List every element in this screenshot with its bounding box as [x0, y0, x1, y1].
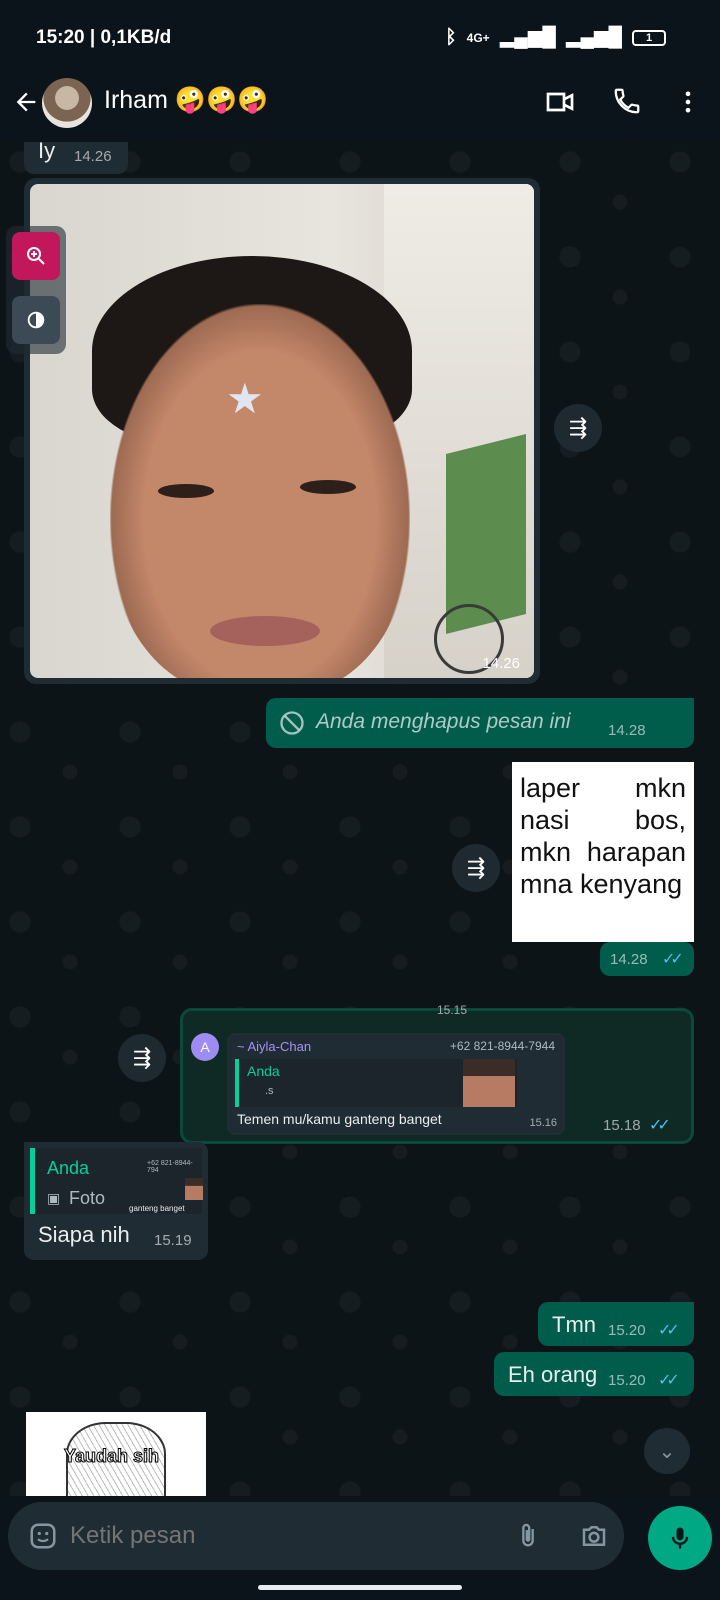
quoted-label: Foto [69, 1188, 106, 1208]
star-sticker: ★ [226, 375, 264, 422]
mouth [210, 616, 320, 646]
message-incoming[interactable]: Iy 14.26 [24, 142, 128, 174]
inner-quoted-bubble: A ~ Aiyla-Chan +62 821-8944-7944 Anda .s… [191, 1033, 565, 1135]
forward-time: 15.18 [603, 1117, 641, 1134]
blocked-icon [280, 711, 304, 735]
sender-avatar: A [191, 1033, 219, 1061]
contrast-button[interactable] [12, 296, 60, 344]
zoom-button[interactable] [12, 232, 60, 280]
message-time: 15.20 [608, 1372, 646, 1389]
video-call-icon[interactable] [544, 86, 576, 118]
zoom-icon [27, 247, 45, 265]
photo-image: ★ [30, 184, 534, 678]
more-options-icon[interactable] [674, 86, 702, 118]
forward-icon: ⇶ [568, 415, 588, 440]
message-incoming-reply[interactable]: Anda ▣ Foto +62 821-8944-794 ganteng ban… [24, 1142, 208, 1260]
message-input[interactable] [70, 1516, 490, 1556]
image-time-bubble: 14.28 ✓✓ [600, 942, 694, 976]
camera-icon[interactable] [578, 1521, 610, 1551]
back-arrow-icon[interactable] [12, 88, 40, 116]
forward-sender: ~ Aiyla-Chan [237, 1039, 312, 1054]
thumb-face [185, 1178, 203, 1200]
eye-right [300, 480, 356, 494]
home-indicator[interactable] [258, 1585, 462, 1590]
inner-reply-author: Anda [247, 1063, 280, 1079]
chat-area[interactable]: Iy 14.26 ★ 14.26 ⇶ Anda menghapus pesan … [0, 142, 720, 1496]
status-icons: ᛒ 4G+ ▂▄▆█ ▂▄▆█ 1 [445, 26, 666, 49]
chevron-double-down-icon: ⌄ [658, 1440, 676, 1463]
message-text: Iy [38, 142, 56, 163]
forward-button-2[interactable]: ⇶ [452, 844, 500, 892]
message-outgoing[interactable]: Eh orang 15.20 ✓✓ [494, 1352, 694, 1396]
forward-icon: ⇶ [132, 1045, 152, 1070]
bluetooth-icon: ᛒ [445, 26, 457, 48]
thumb-text: ganteng banget [129, 1204, 185, 1213]
contrast-icon [27, 311, 45, 329]
deleted-message[interactable]: Anda menghapus pesan ini 14.28 [266, 698, 694, 748]
status-bar: 15:20 | 0,1KB/d ᛒ 4G+ ▂▄▆█ ▂▄▆█ 1 [0, 0, 720, 78]
deleted-time: 14.28 [608, 722, 646, 739]
read-ticks-icon: ✓✓ [662, 951, 684, 968]
forwarded-message[interactable]: 15.15 A ~ Aiyla-Chan +62 821-8944-7944 A… [180, 1003, 694, 1144]
read-ticks-icon: ✓✓ [658, 1322, 680, 1339]
side-tools [6, 226, 66, 354]
photo-time: 14.26 [482, 655, 520, 672]
attach-icon[interactable] [514, 1521, 542, 1551]
sticker-message[interactable]: Yaudah sih [26, 1412, 206, 1496]
inner-reply-thumb [463, 1059, 515, 1107]
image-text: laper mkn nasi bos, mkn harapan mna keny… [520, 773, 686, 899]
signal-icon: ▂▄▆█ [499, 27, 556, 48]
mic-icon [671, 1527, 689, 1549]
forward-inner-time: 15.16 [529, 1117, 557, 1129]
forward-text: Temen mu/kamu ganteng banget [237, 1111, 442, 1127]
message-time: 15.19 [154, 1232, 192, 1249]
quoted-reply: Anda ▣ Foto +62 821-8944-794 ganteng ban… [30, 1148, 203, 1214]
message-outgoing[interactable]: Tmn 15.20 ✓✓ [538, 1302, 694, 1346]
chat-header: Irham 🤪🤪🤪 [0, 70, 720, 142]
thumb-phone: +62 821-8944-794 [147, 1160, 193, 1174]
network-label: 4G+ [466, 30, 490, 45]
emoji-sticker-icon[interactable] [28, 1521, 58, 1551]
message-text: Tmn [552, 1312, 596, 1337]
image-time: 14.28 [610, 951, 648, 968]
image-message[interactable]: laper mkn nasi bos, mkn harapan mna keny… [512, 762, 694, 942]
status-time: 15:20 | 0,1KB/d [36, 27, 172, 48]
quoted-author: Anda [47, 1158, 90, 1178]
wall-poster [446, 434, 526, 634]
forward-phone: +62 821-8944-7944 [449, 1039, 555, 1053]
forward-button[interactable]: ⇶ [554, 404, 602, 452]
contact-name[interactable]: Irham 🤪🤪🤪 [104, 86, 268, 115]
inner-reply-label: .s [265, 1085, 274, 1097]
photo-small-icon: ▣ [47, 1190, 61, 1206]
mic-button[interactable] [648, 1506, 712, 1570]
message-input-bar [8, 1502, 624, 1570]
deleted-text: Anda menghapus pesan ini [316, 710, 571, 733]
scroll-down-button[interactable]: ⌄ [644, 1428, 690, 1474]
signal-icon-2: ▂▄▆█ [565, 27, 622, 48]
photo-message[interactable]: ★ 14.26 [24, 178, 540, 684]
forward-button-3[interactable]: ⇶ [118, 1034, 166, 1082]
read-ticks-icon: ✓✓ [658, 1372, 680, 1389]
quoted-time-top: 15.15 [437, 1003, 468, 1017]
message-time: 15.20 [608, 1322, 646, 1339]
battery-icon: 1 [632, 29, 666, 46]
message-time: 14.26 [74, 148, 112, 165]
sticker-text: Yaudah sih [63, 1446, 160, 1467]
forward-icon: ⇶ [466, 855, 486, 880]
avatar[interactable] [42, 78, 92, 128]
message-text: Eh orang [508, 1362, 598, 1387]
message-text: Siapa nih [38, 1222, 130, 1247]
voice-call-icon[interactable] [612, 86, 642, 116]
eye-left [158, 484, 214, 498]
read-ticks-icon: ✓✓ [649, 1117, 671, 1134]
